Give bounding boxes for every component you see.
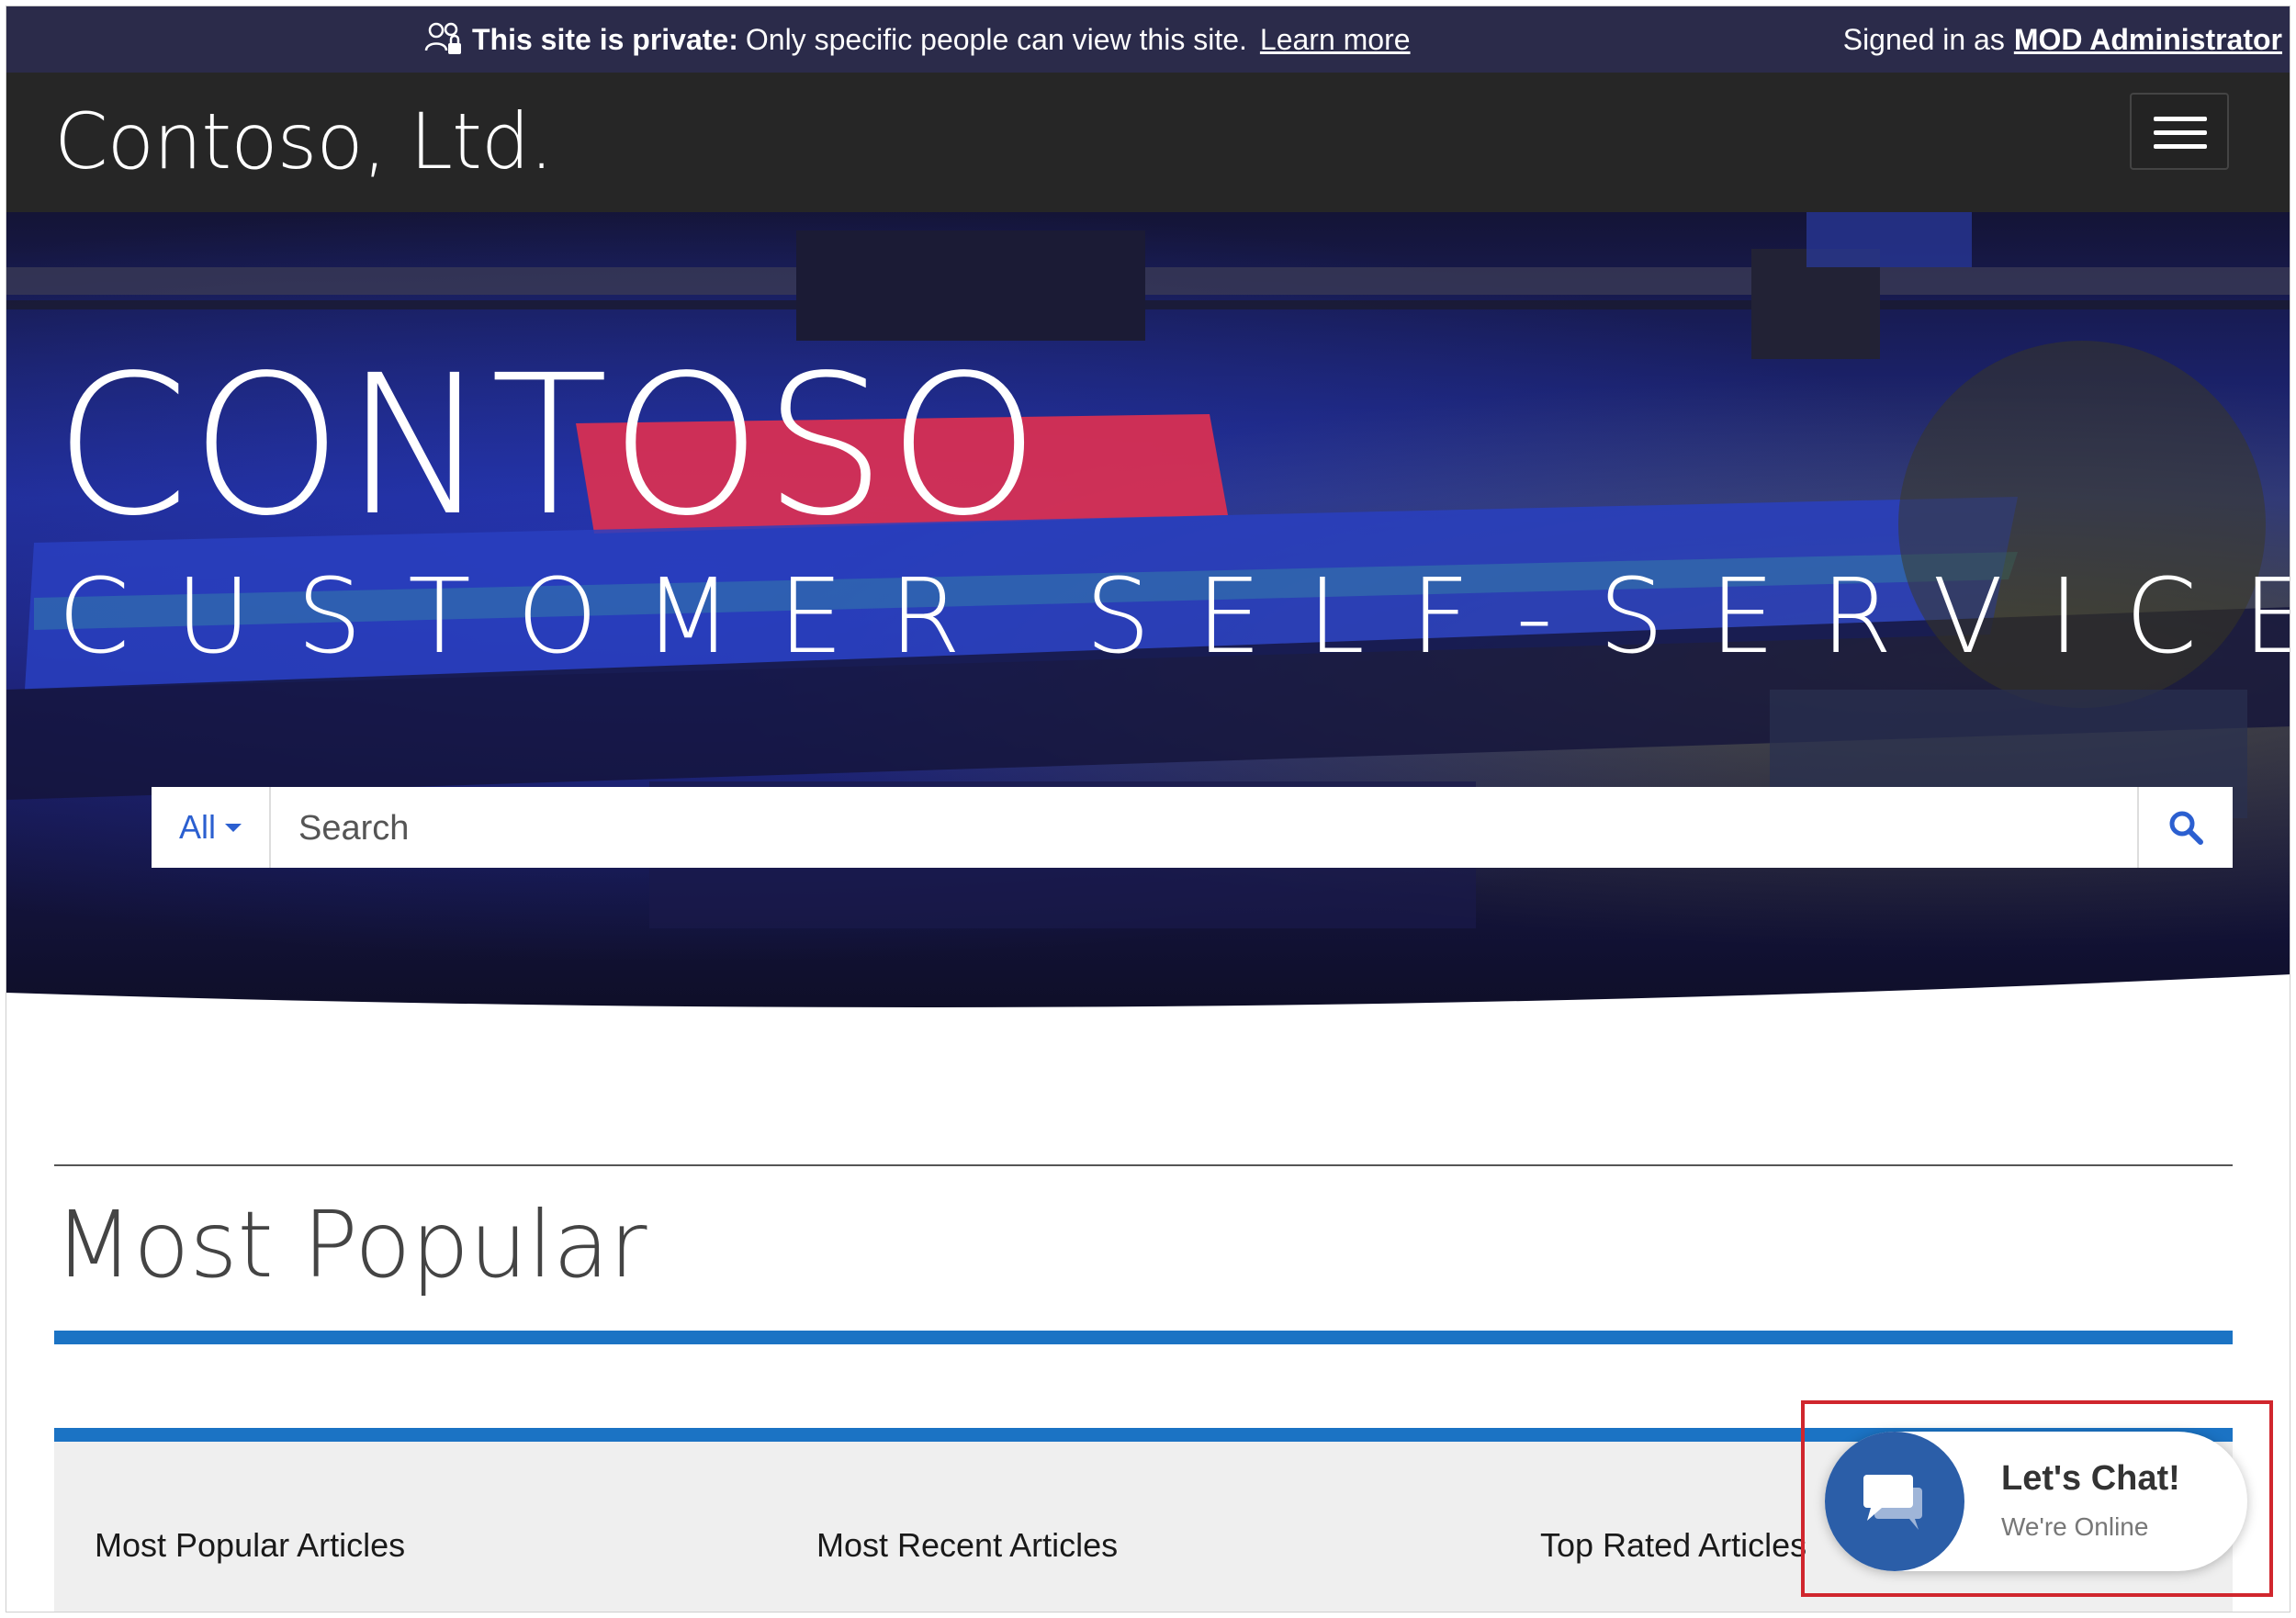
search-scope-dropdown[interactable]: All [152, 787, 271, 868]
private-people-icon [424, 22, 461, 54]
search-button[interactable] [2137, 787, 2233, 868]
site-header: Contoso, Ltd. [6, 73, 2290, 212]
site-brand[interactable]: Contoso, Ltd. [54, 96, 554, 186]
private-label: This site is private: [472, 22, 738, 56]
signed-in-label: Signed in as [1842, 22, 2005, 56]
search-icon [2169, 811, 2203, 845]
browser-page: This site is private: Only specific peop… [6, 6, 2290, 1612]
tab-most-popular-articles[interactable]: Most Popular Articles [95, 1526, 405, 1565]
private-site-banner: This site is private: Only specific peop… [6, 6, 2290, 73]
section-divider [54, 1164, 2233, 1166]
learn-more-link[interactable]: Learn more [1260, 23, 1411, 57]
hero-curve-divider [6, 974, 2290, 1029]
section-title: Most Popular [54, 1191, 647, 1298]
search-input[interactable] [271, 787, 2137, 870]
search-bar: All [152, 787, 2233, 870]
menu-toggle-button[interactable] [2130, 93, 2229, 170]
tab-top-rated-articles[interactable]: Top Rated Articles [1540, 1526, 1806, 1565]
hamburger-icon-bar [2154, 130, 2207, 135]
tab-most-recent-articles[interactable]: Most Recent Articles [816, 1526, 1118, 1565]
private-description: Only specific people can view this site. [745, 22, 1247, 56]
private-notice: This site is private: Only specific peop… [424, 6, 1411, 73]
hamburger-icon [2154, 117, 2207, 121]
signed-in-status: Signed in as MOD Administrator [1843, 6, 2282, 73]
search-scope-label: All [178, 808, 216, 846]
chat-highlight-box [1801, 1400, 2273, 1597]
hero-title: CONTOSO [54, 333, 1042, 558]
hero-banner: CONTOSO CUSTOMER SELF-SERVICE All [6, 212, 2290, 1029]
user-name-link[interactable]: MOD Administrator [2014, 23, 2282, 57]
accent-bar-top [54, 1331, 2233, 1344]
caret-down-icon [225, 823, 242, 832]
hamburger-icon-bar [2154, 144, 2207, 149]
hero-subtitle: CUSTOMER SELF-SERVICE [58, 557, 2290, 677]
